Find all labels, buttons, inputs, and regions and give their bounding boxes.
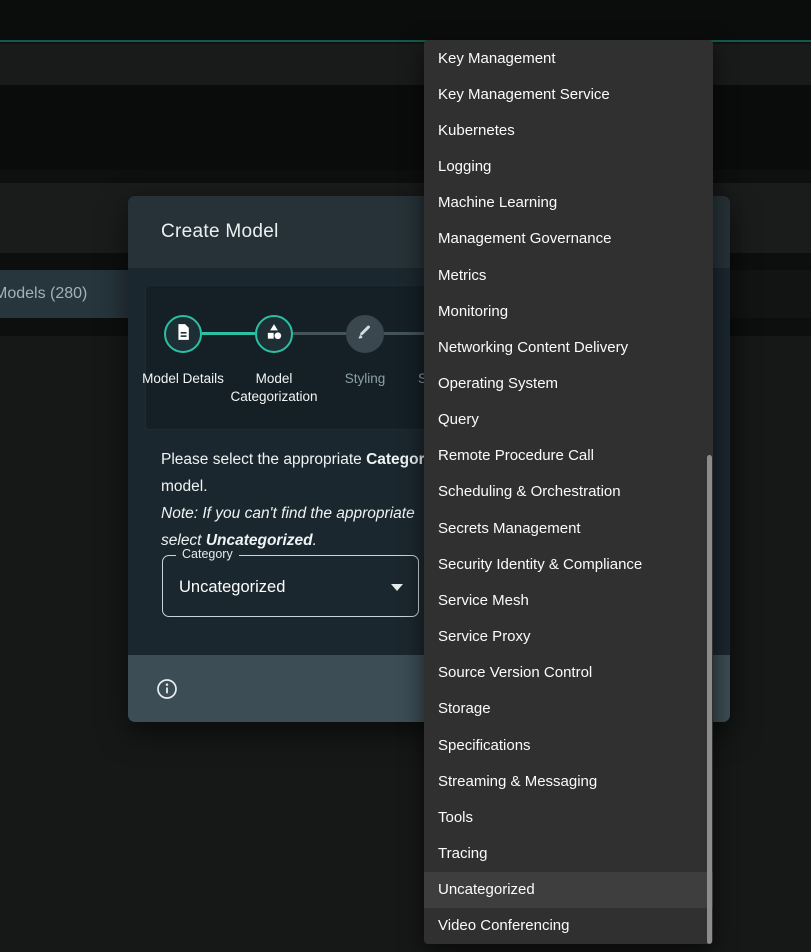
dropdown-option[interactable]: Monitoring [424,293,713,329]
step-styling[interactable] [346,315,384,353]
dropdown-option[interactable]: Service Mesh [424,582,713,618]
dropdown-option[interactable]: Remote Procedure Call [424,438,713,474]
step-label-model-details: Model Details [131,370,235,388]
dropdown-option[interactable]: Streaming & Messaging [424,763,713,799]
dropdown-option[interactable]: Source Version Control [424,655,713,691]
chevron-down-icon [391,584,403,591]
brush-icon [355,322,375,347]
dropdown-option[interactable]: Video Conferencing [424,908,713,944]
dropdown-option[interactable]: Tracing [424,835,713,871]
top-bar [0,0,811,42]
step-label-model-categorization: Model Categorization [222,370,326,406]
dropdown-option[interactable]: Security Identity & Compliance [424,546,713,582]
dropdown-option[interactable]: Kubernetes [424,112,713,148]
dialog-title: Create Model [161,221,279,243]
dropdown-option[interactable]: Logging [424,148,713,184]
dropdown-option[interactable]: Query [424,402,713,438]
step-connector [293,332,346,335]
step-connector [202,332,255,335]
dropdown-option[interactable]: Management Governance [424,221,713,257]
dropdown-option[interactable]: Tools [424,799,713,835]
dropdown-option[interactable]: Metrics [424,257,713,293]
dropdown-option[interactable]: Specifications [424,727,713,763]
step-model-details[interactable] [164,315,202,353]
dropdown-option[interactable]: Uncategorized [424,872,713,908]
dropdown-option[interactable]: Key Management [424,40,713,76]
step-model-categorization[interactable] [255,315,293,353]
models-count-label: Models (280) [0,285,87,303]
document-icon [173,322,193,347]
info-icon[interactable] [155,677,179,701]
dropdown-option[interactable]: Networking Content Delivery [424,329,713,365]
dropdown-option[interactable]: Key Management Service [424,76,713,112]
step-label-styling: Styling [313,370,417,388]
app-root: ADAPTERS REG Models (280) Create Model [0,0,811,952]
shapes-icon [264,322,284,347]
dropdown-options-list: Key ManagementKey Management ServiceKube… [424,40,713,944]
dropdown-option[interactable]: Storage [424,691,713,727]
category-dropdown-menu: Key ManagementKey Management ServiceKube… [424,40,713,944]
dropdown-option[interactable]: Machine Learning [424,185,713,221]
dropdown-scrollbar[interactable] [707,455,712,944]
category-select[interactable]: Category Uncategorized [162,555,419,617]
dropdown-option[interactable]: Service Proxy [424,619,713,655]
category-select-value: Uncategorized [179,556,285,618]
dropdown-option[interactable]: Scheduling & Orchestration [424,474,713,510]
dropdown-option[interactable]: Operating System [424,365,713,401]
dropdown-option[interactable]: Secrets Management [424,510,713,546]
